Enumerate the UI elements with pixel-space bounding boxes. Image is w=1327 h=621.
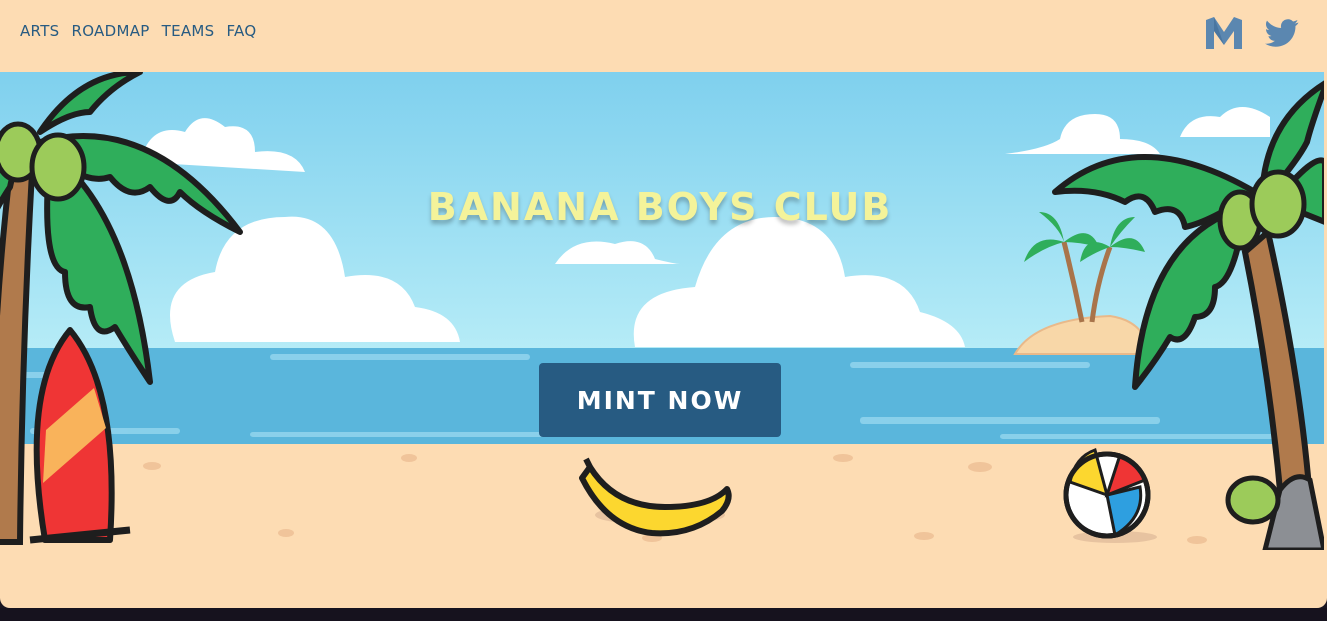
- page: ARTS ROADMAP TEAMS FAQ BANANA BOYS CLUB …: [0, 0, 1327, 608]
- twitter-bird-icon: [1265, 19, 1299, 47]
- marketplace-link[interactable]: [1205, 16, 1243, 50]
- nav-link-faq[interactable]: FAQ: [227, 22, 257, 40]
- page-below-fold: [0, 608, 1327, 621]
- nav-link-teams[interactable]: TEAMS: [162, 22, 215, 40]
- hero-banner: BANANA BOYS CLUB MINT NOW: [0, 72, 1324, 550]
- beach-illustration: [0, 72, 1324, 550]
- hero-title: BANANA BOYS CLUB: [427, 185, 893, 229]
- top-navbar: ARTS ROADMAP TEAMS FAQ: [0, 0, 1327, 72]
- nav-links: ARTS ROADMAP TEAMS FAQ: [20, 22, 256, 40]
- mint-now-button[interactable]: MINT NOW: [539, 363, 781, 437]
- nav-link-roadmap[interactable]: ROADMAP: [71, 22, 149, 40]
- nav-link-arts[interactable]: ARTS: [20, 22, 59, 40]
- twitter-link[interactable]: [1263, 16, 1301, 50]
- social-links: [1205, 16, 1301, 50]
- marketplace-m-icon: [1206, 17, 1242, 49]
